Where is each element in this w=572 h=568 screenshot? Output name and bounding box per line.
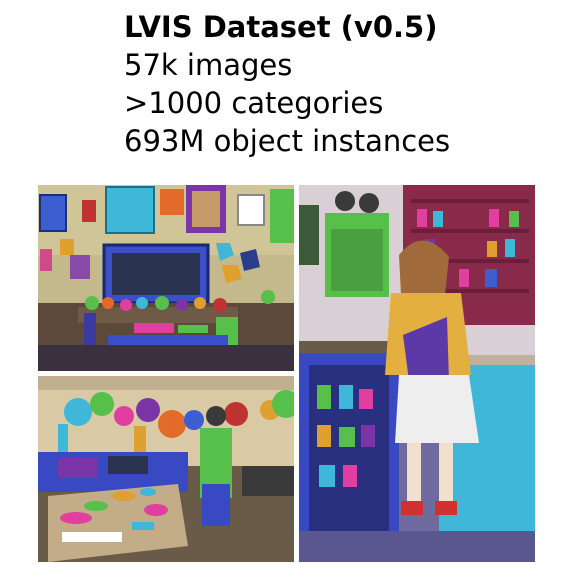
woman-kitchen-scene [299, 185, 535, 562]
living-room-image [38, 185, 294, 371]
living-room-scene [38, 185, 294, 371]
kitchen-scene [38, 376, 294, 562]
stat-instances: 693M object instances [124, 124, 451, 158]
frame-mask [39, 194, 67, 232]
kitchen-image [38, 376, 294, 562]
header: LVIS Dataset (v0.5) 57k images >1000 cat… [124, 8, 450, 160]
stat-categories: >1000 categories [124, 86, 384, 120]
dataset-title: LVIS Dataset (v0.5) [124, 10, 438, 44]
stat-images: 57k images [124, 48, 293, 82]
woman-kitchen-image [299, 185, 535, 562]
